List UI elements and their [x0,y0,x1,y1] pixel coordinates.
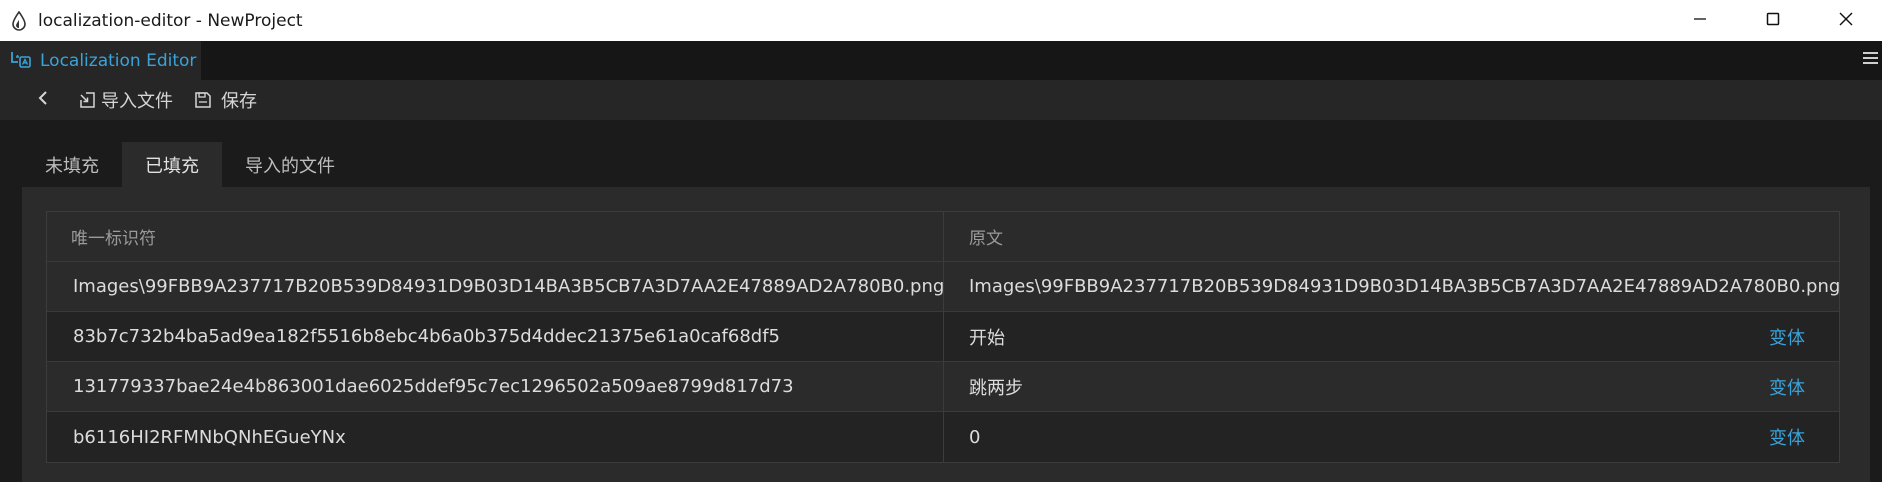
table-row[interactable]: 131779337bae24e4b863001dae6025ddef95c7ec… [47,362,1839,412]
panel-tabbar: Localization Editor [0,41,1882,80]
save-button[interactable]: 保存 [193,87,257,113]
close-button[interactable] [1809,0,1882,41]
droplet-icon [8,10,30,32]
tab-filled[interactable]: 已填充 [122,142,222,187]
window-title: localization-editor - NewProject [38,10,303,31]
toolbar: 导入文件 保存 [0,80,1882,120]
column-header-source: 原文 [969,229,1003,249]
panel-tab-localization-editor[interactable]: Localization Editor [0,41,201,80]
row-source-cell: 0 变体 [944,412,1839,462]
row-source-text: 跳两步 [969,377,1023,399]
chevron-left-icon [37,90,49,110]
row-id-cell: b6116HI2RFMNbQNhEGueYNx [47,412,944,462]
entries-table: 唯一标识符 原文 Images\99FBB9A237717B20B539D849… [46,211,1840,463]
row-id-cell: 83b7c732b4ba5ad9ea182f5516b8ebc4b6a0b375… [47,312,944,361]
row-source-cell: 跳两步 变体 [944,362,1839,411]
row-source-text: Images\99FBB9A237717B20B539D84931D9B03D1… [969,276,1839,297]
table-row[interactable]: 83b7c732b4ba5ad9ea182f5516b8ebc4b6a0b375… [47,312,1839,362]
table-row[interactable]: b6116HI2RFMNbQNhEGueYNx 0 变体 [47,412,1839,462]
tab-unfilled[interactable]: 未填充 [22,142,122,187]
table-panel: 唯一标识符 原文 Images\99FBB9A237717B20B539D849… [22,187,1870,482]
maximize-icon [1765,11,1781,31]
subtab-bar: 未填充 已填充 导入的文件 [22,142,358,187]
variant-link[interactable]: 变体 [1769,324,1805,350]
maximize-button[interactable] [1736,0,1809,41]
row-id-cell: Images\99FBB9A237717B20B539D84931D9B03D1… [47,262,944,311]
minimize-button[interactable] [1663,0,1736,41]
column-header-id: 唯一标识符 [47,212,944,261]
table-row[interactable]: Images\99FBB9A237717B20B539D84931D9B03D1… [47,262,1839,312]
row-source-text: 0 [969,426,981,448]
panel-menu-button[interactable] [1860,47,1880,73]
import-file-icon [78,90,98,110]
panel-tab-label: Localization Editor [40,50,197,71]
row-source-text: 开始 [969,327,1005,349]
save-icon [193,90,213,110]
window-titlebar: localization-editor - NewProject [0,0,1882,41]
tab-imported-files[interactable]: 导入的文件 [222,142,358,187]
hamburger-menu-icon [1862,50,1878,70]
minimize-icon [1692,11,1708,31]
import-file-button[interactable]: 导入文件 [78,87,173,113]
save-label: 保存 [221,91,257,112]
table-header: 唯一标识符 原文 [47,212,1839,262]
row-id-cell: 131779337bae24e4b863001dae6025ddef95c7ec… [47,362,944,411]
close-icon [1838,11,1854,31]
variant-link[interactable]: 变体 [1769,424,1805,450]
import-file-label: 导入文件 [101,91,173,112]
row-source-cell: Images\99FBB9A237717B20B539D84931D9B03D1… [944,262,1839,311]
localization-icon [10,49,32,73]
content-area: 未填充 已填充 导入的文件 唯一标识符 原文 Images\99FBB9A237… [0,120,1882,482]
back-button[interactable] [34,90,52,110]
row-source-cell: 开始 变体 [944,312,1839,361]
variant-link[interactable]: 变体 [1769,374,1805,400]
